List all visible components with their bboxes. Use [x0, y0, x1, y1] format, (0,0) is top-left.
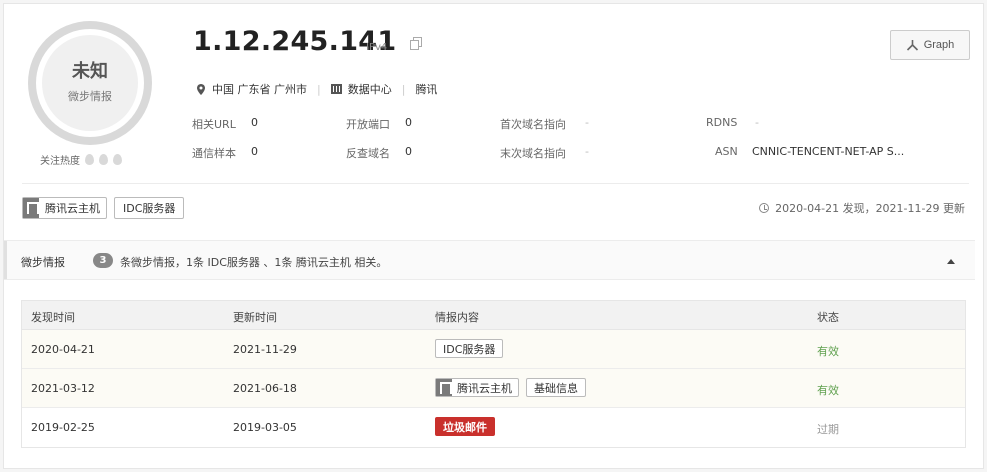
heat-label: 关注热度	[40, 156, 80, 167]
graph-button-label: Graph	[923, 39, 955, 51]
tag-idc-server[interactable]: IDC服务器	[114, 197, 185, 219]
tag-cloud-host[interactable]: 腾讯云主机	[22, 197, 107, 219]
timeline-text: 2020-04-21 发现，2021-11-29 更新	[775, 202, 965, 215]
intel-table: 发现时间 更新时间 情报内容 状态 2020-04-21 2021-11-29 …	[21, 300, 966, 448]
status-badge: 有效	[817, 384, 839, 397]
copy-icon[interactable]	[410, 37, 422, 50]
intel-tag-idc[interactable]: IDC服务器	[435, 339, 504, 358]
datacenter-icon	[330, 84, 342, 94]
table-row: 2019-02-25 2019-03-05 垃圾邮件 过期	[22, 408, 965, 447]
table-header: 发现时间 更新时间 情报内容 状态	[22, 301, 965, 330]
stat-related-url[interactable]: 相关URL 0	[192, 116, 258, 132]
table-row: 2020-04-21 2021-11-29 IDC服务器 有效	[22, 330, 965, 369]
location-type: 数据中心	[347, 83, 392, 96]
column-header: 状态	[817, 311, 839, 324]
column-header: 更新时间	[233, 311, 277, 324]
flame-icon	[99, 154, 108, 165]
stat-first-domain: 首次域名指向 -	[500, 116, 589, 131]
verdict-ring: 未知 微步情报	[28, 21, 152, 145]
clock-icon	[759, 203, 770, 213]
stat-last-domain: 末次域名指向 -	[500, 145, 589, 160]
found-date: 2019-02-25	[31, 421, 95, 434]
flame-icon	[85, 154, 94, 165]
updated-date: 2021-11-29	[233, 343, 297, 356]
bookmark-icon	[23, 198, 39, 218]
status-badge: 过期	[817, 423, 839, 436]
column-header: 发现时间	[31, 311, 75, 324]
column-header: 情报内容	[435, 311, 479, 324]
found-date: 2021-03-12	[31, 382, 95, 395]
intel-tag-cloud-host[interactable]: 腾讯云主机	[435, 378, 519, 397]
location-isp: 腾讯	[415, 83, 438, 96]
flame-icon	[113, 154, 122, 165]
intel-section-header[interactable]: 微步情报 3 条微步情报，1条 IDC服务器 、1条 腾讯云主机 相关。	[4, 240, 975, 280]
verdict-label: 未知	[72, 61, 108, 82]
intel-title: 微步情报	[21, 256, 65, 269]
location-row: 中国 广东省 广州市 | 数据中心 | 腾讯	[197, 81, 437, 97]
intel-summary: 条微步情报，1条 IDC服务器 、1条 腾讯云主机 相关。	[120, 256, 388, 269]
collapse-arrow-icon[interactable]	[947, 259, 955, 264]
updated-date: 2019-03-05	[233, 421, 297, 434]
intel-tag-basic-info[interactable]: 基础信息	[526, 378, 586, 397]
intel-tag-spam[interactable]: 垃圾邮件	[435, 417, 495, 436]
updated-date: 2021-06-18	[233, 382, 297, 395]
table-row: 2021-03-12 2021-06-18 腾讯云主机 基础信息 有效	[22, 369, 965, 408]
intel-count-badge: 3	[93, 253, 113, 268]
stat-rdns: RDNS -	[706, 116, 759, 129]
stat-asn: ASN CNNIC-TENCENT-NET-AP S...	[715, 145, 905, 158]
divider	[22, 183, 969, 184]
graph-button[interactable]: Graph	[890, 30, 970, 60]
timeline: 2020-04-21 发现，2021-11-29 更新	[759, 200, 965, 216]
location-region: 中国 广东省 广州市	[212, 83, 307, 96]
location-pin-icon	[197, 83, 205, 95]
ip-version: IPv4	[366, 42, 388, 53]
stat-reverse-domains[interactable]: 反查域名 0	[346, 145, 412, 161]
status-badge: 有效	[817, 345, 839, 358]
attention-heat: 关注热度	[40, 152, 122, 167]
graph-icon	[906, 40, 918, 51]
stat-comm-samples[interactable]: 通信样本 0	[192, 145, 258, 161]
found-date: 2020-04-21	[31, 343, 95, 356]
bookmark-icon	[436, 379, 452, 396]
stat-open-ports[interactable]: 开放端口 0	[346, 116, 412, 132]
verdict-source: 微步情报	[68, 90, 112, 103]
